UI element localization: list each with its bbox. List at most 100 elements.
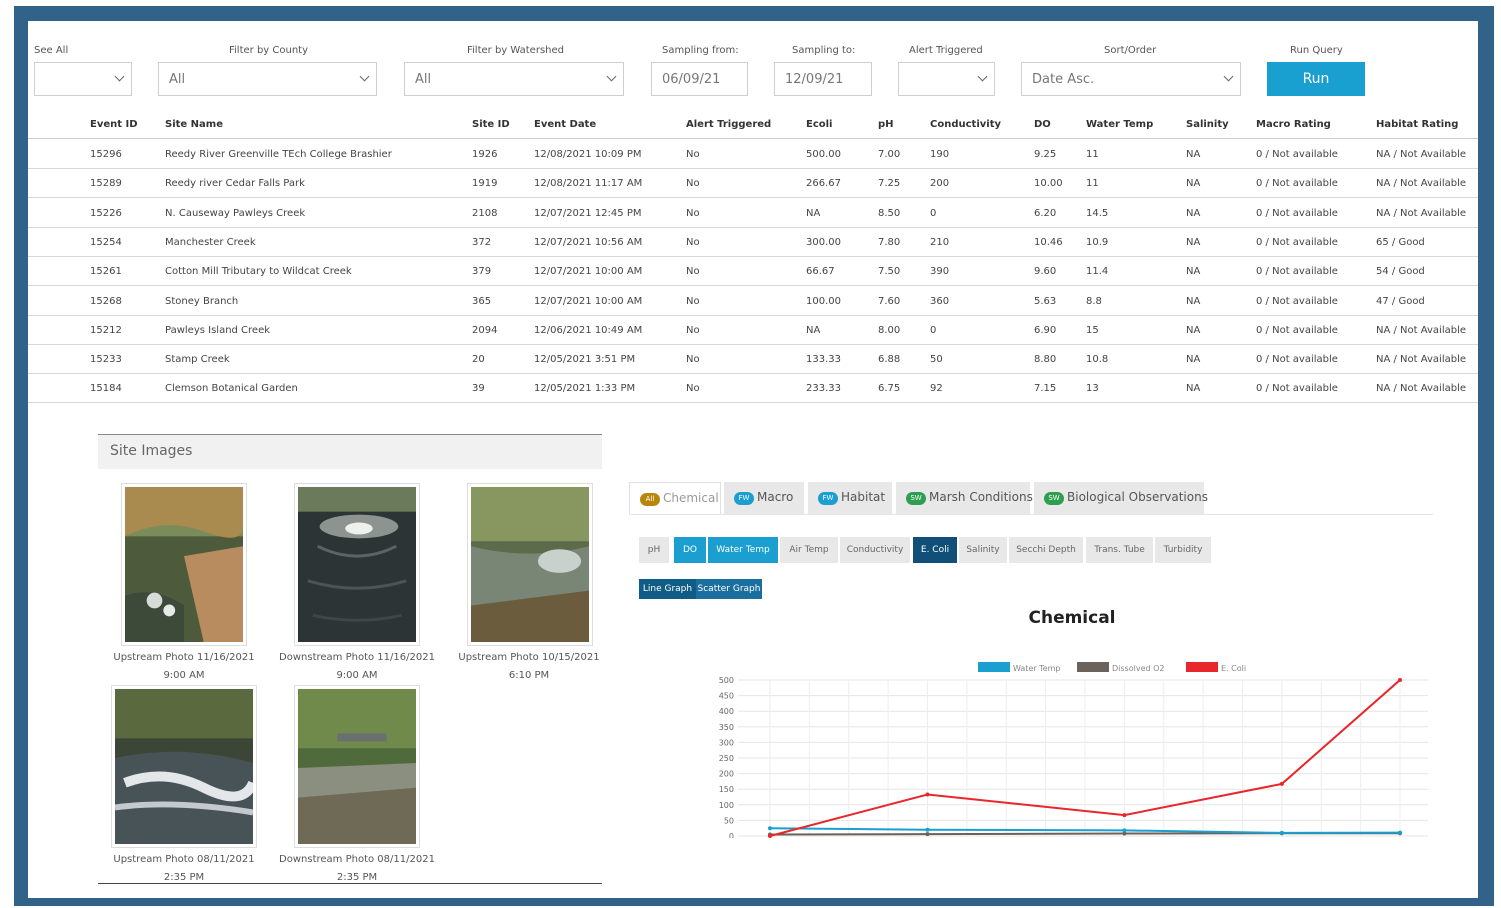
column-header[interactable]: Event Date (534, 119, 596, 130)
column-header[interactable]: Ecoli (806, 119, 832, 130)
table-row[interactable]: 15296 Reedy River Greenville TEch College… (28, 140, 1478, 169)
data-point[interactable] (925, 792, 930, 797)
table-row[interactable]: 15268 Stoney Branch 365 12/07/2021 10:00 AM… (28, 287, 1478, 316)
column-header[interactable]: Salinity (1186, 119, 1229, 130)
run-button[interactable]: Run (1267, 62, 1365, 96)
photo-image (471, 487, 589, 642)
alert-select[interactable] (898, 62, 995, 96)
tab-chemical[interactable]: All Chemical (629, 482, 721, 514)
column-header[interactable]: Conductivity (930, 119, 1001, 130)
y-tick-label: 50 (724, 816, 734, 825)
data-point[interactable] (1398, 678, 1402, 682)
table-cell: 10.8 (1086, 354, 1109, 366)
table-row[interactable]: 15261 Cotton Mill Tributary to Wildcat Cr… (28, 257, 1478, 287)
legend-label[interactable]: Water Temp (1013, 664, 1061, 673)
table-row[interactable]: 15226 N. Causeway Pawleys Creek 2108 12/07/… (28, 199, 1478, 228)
table-cell: 0 / Not available (1256, 383, 1338, 395)
table-cell: 7.50 (878, 266, 901, 278)
column-header[interactable]: Alert Triggered (686, 119, 771, 130)
table-cell: 210 (930, 236, 950, 248)
column-header[interactable]: Site ID (472, 119, 510, 130)
table-cell: 11.4 (1086, 266, 1109, 278)
line-graph-button[interactable]: Line Graph (639, 579, 696, 599)
photo-image (125, 487, 243, 642)
watershed-select[interactable]: All (404, 62, 624, 96)
table-cell: 0 / Not available (1256, 178, 1338, 190)
param-ph-button[interactable]: pH (639, 537, 669, 563)
table-row[interactable]: 15233 Stamp Creek 20 12/05/2021 3:51 PM No 13… (28, 345, 1478, 375)
site-images-divider (98, 883, 602, 884)
param-water-temp-button[interactable]: Water Temp (708, 537, 778, 563)
table-cell: No (686, 178, 700, 190)
legend-swatch (1077, 662, 1109, 672)
column-header[interactable]: Event ID (90, 119, 138, 130)
see-all-select[interactable] (34, 62, 132, 96)
y-tick-label: 100 (719, 801, 734, 810)
param-ecoli-button[interactable]: E. Coli (913, 537, 957, 563)
param-salinity-button[interactable]: Salinity (959, 537, 1007, 563)
table-cell: 379 (472, 266, 492, 278)
table-cell: 47 / Good (1376, 295, 1425, 307)
column-header[interactable]: DO (1034, 119, 1051, 130)
site-photo[interactable] (111, 685, 258, 848)
county-select[interactable]: All (158, 62, 377, 96)
param-conductivity-button[interactable]: Conductivity (840, 537, 910, 563)
legend-label[interactable]: Dissolved O2 (1112, 664, 1165, 673)
sampling-to-input[interactable]: 12/09/21 (774, 62, 872, 96)
param-secchi-depth-button[interactable]: Secchi Depth (1009, 537, 1083, 563)
data-point[interactable] (768, 826, 772, 831)
table-cell: 0 / Not available (1256, 324, 1338, 336)
column-header[interactable]: pH (878, 119, 894, 130)
data-point[interactable] (925, 827, 930, 832)
param-trans-tube-button[interactable]: Trans. Tube (1086, 537, 1153, 563)
table-cell: 200 (930, 178, 950, 190)
table-cell: 8.50 (878, 207, 901, 219)
table-cell: 500.00 (806, 149, 841, 160)
chart-title: Chemical (1028, 608, 1115, 628)
data-point[interactable] (1279, 830, 1284, 835)
tab-habitat[interactable]: FW Habitat (808, 482, 892, 514)
column-header[interactable]: Water Temp (1086, 119, 1153, 130)
site-photo[interactable] (121, 483, 247, 646)
column-header[interactable]: Macro Rating (1256, 119, 1331, 130)
data-point[interactable] (1122, 813, 1127, 818)
table-cell: 12/05/2021 3:51 PM (534, 354, 636, 366)
table-row[interactable]: 15184 Clemson Botanical Garden 39 12/05/202… (28, 374, 1478, 404)
data-point[interactable] (1279, 781, 1284, 786)
county-value: All (169, 72, 186, 87)
sort-select[interactable]: Date Asc. (1021, 62, 1241, 96)
site-photo[interactable] (294, 685, 420, 848)
tab-label: Macro (757, 490, 794, 504)
y-tick-label: 350 (719, 723, 734, 732)
data-point[interactable] (768, 834, 772, 838)
tab-badge: FW (734, 492, 754, 505)
table-cell: 7.00 (878, 149, 901, 160)
table-row[interactable]: 15212 Pawleys Island Creek 2094 12/06/2021 … (28, 316, 1478, 345)
table-cell: 190 (930, 149, 950, 160)
table-row[interactable]: 15289 Reedy river Cedar Falls Park 1919 12/… (28, 169, 1478, 199)
tab-marsh-conditions[interactable]: SW Marsh Conditions (896, 482, 1033, 514)
param-do-button[interactable]: DO (674, 537, 706, 563)
tab-badge: SW (906, 492, 926, 505)
table-cell: 0 (930, 324, 937, 336)
param-turbidity-button[interactable]: Turbidity (1155, 537, 1211, 563)
table-row[interactable]: 15254 Manchester Creek 372 12/07/2021 10:56… (28, 228, 1478, 257)
table-cell: NA (1186, 207, 1201, 219)
data-point[interactable] (925, 832, 930, 837)
column-header[interactable]: Habitat Rating (1376, 119, 1458, 130)
site-photo[interactable] (467, 483, 593, 646)
table-cell: N. Causeway Pawleys Creek (165, 207, 306, 219)
table-cell: 1919 (472, 178, 498, 190)
caption-line: Upstream Photo 08/11/2021 (113, 854, 255, 865)
tab-biological-observations[interactable]: SW Biological Observations (1034, 482, 1208, 514)
data-point[interactable] (1122, 828, 1127, 833)
data-point[interactable] (1398, 830, 1402, 835)
sampling-from-input[interactable]: 06/09/21 (651, 62, 748, 96)
param-air-temp-button[interactable]: Air Temp (780, 537, 838, 563)
tab-macro[interactable]: FW Macro (724, 482, 804, 514)
table-cell: NA / Not Available (1376, 207, 1467, 219)
scatter-graph-button[interactable]: Scatter Graph (696, 579, 762, 599)
column-header[interactable]: Site Name (165, 119, 223, 130)
legend-label[interactable]: E. Coli (1221, 664, 1246, 673)
site-photo[interactable] (294, 483, 420, 646)
